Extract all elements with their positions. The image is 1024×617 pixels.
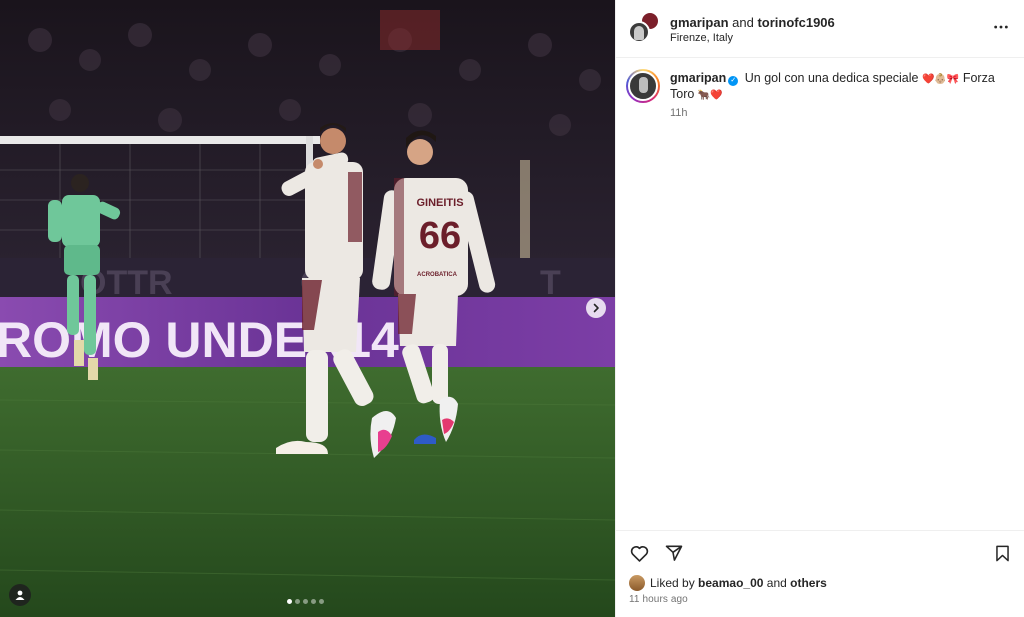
- caption-text: Un gol con una dedica speciale: [744, 71, 919, 85]
- collab-avatars[interactable]: [628, 10, 660, 45]
- heart-icon: [630, 545, 648, 562]
- carousel-next-button[interactable]: [586, 298, 606, 318]
- post-header: gmaripan and torinofc1906 Firenze, Italy: [616, 0, 1024, 58]
- player-name-text: GINEITIS: [416, 197, 463, 209]
- save-button[interactable]: [991, 542, 1013, 564]
- send-icon: [665, 545, 683, 561]
- bookmark-icon: [995, 545, 1009, 561]
- likes-prefix: Liked by: [650, 576, 695, 590]
- chevron-right-icon: [593, 303, 599, 313]
- post-media[interactable]: OTTRORT ROMO UNDER14: [0, 0, 615, 617]
- post-timestamp[interactable]: 11 hours ago: [629, 594, 688, 605]
- sponsor-text: ACROBATICA: [417, 272, 458, 278]
- gmaripan-avatar[interactable]: [628, 20, 650, 43]
- likes-others-link[interactable]: others: [790, 576, 827, 590]
- author-username[interactable]: gmaripan: [670, 15, 729, 30]
- more-options-button[interactable]: [992, 18, 1010, 36]
- carousel-indicator: [287, 599, 324, 604]
- tagged-users-button[interactable]: [9, 584, 31, 606]
- collaborator-username[interactable]: torinofc1906: [757, 15, 834, 30]
- likes-joiner: and: [766, 576, 787, 590]
- caption-avatar[interactable]: [626, 69, 660, 103]
- like-button[interactable]: [628, 542, 650, 564]
- carousel-dot-active: [287, 599, 292, 604]
- svg-text:T: T: [540, 264, 561, 302]
- liker-avatar[interactable]: [629, 575, 645, 591]
- header-joiner: and: [732, 14, 754, 30]
- carousel-dot: [311, 599, 316, 604]
- liker-username[interactable]: beamao_00: [698, 576, 763, 590]
- caption-emojis: ❤️👶🏼🎀: [921, 74, 960, 85]
- carousel-dot: [303, 599, 308, 604]
- caption-emojis-2: 🐂❤️: [697, 90, 723, 101]
- more-horizontal-icon: [994, 25, 1008, 29]
- caption-time: 11h: [670, 107, 688, 119]
- post-caption: gmaripan ✓ Un gol con una dedica speciale…: [616, 58, 1024, 119]
- verified-badge-icon: ✓: [728, 76, 739, 86]
- carousel-dot: [295, 599, 300, 604]
- post-actions: Liked by beamao_00 and others 11 hours a…: [616, 530, 1024, 617]
- post-details-panel: gmaripan and torinofc1906 Firenze, Italy…: [615, 0, 1024, 617]
- post-photo: OTTRORT ROMO UNDER14: [0, 0, 615, 617]
- player-number-text: 66: [419, 215, 461, 257]
- carousel-dot: [319, 599, 324, 604]
- user-tag-icon: [15, 590, 25, 600]
- post-location[interactable]: Firenze, Italy: [670, 32, 835, 44]
- caption-username[interactable]: gmaripan: [670, 71, 726, 85]
- likes-summary: Liked by beamao_00 and others: [629, 575, 827, 591]
- share-button[interactable]: [663, 542, 685, 564]
